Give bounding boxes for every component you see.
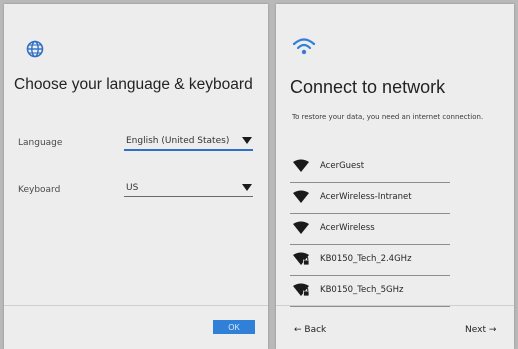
network-name: KB0150_Tech_2.4GHz — [320, 254, 412, 264]
dropdown-arrow-icon — [242, 137, 252, 144]
keyboard-value: US — [126, 183, 139, 193]
dropdown-arrow-icon — [242, 184, 252, 191]
language-label: Language — [18, 138, 63, 148]
language-value: English (United States) — [126, 136, 230, 146]
wifi-signal-icon — [293, 159, 309, 172]
keyboard-select[interactable]: US — [124, 180, 253, 197]
network-item[interactable]: AcerWireless — [290, 214, 450, 245]
wifi-signal-icon — [293, 190, 309, 203]
network-name: KB0150_Tech_5GHz — [320, 285, 404, 295]
footer-divider — [276, 305, 514, 306]
network-name: AcerWireless — [320, 223, 375, 233]
globe-icon — [26, 40, 44, 58]
language-page-title: Choose your language & keyboard — [14, 76, 253, 93]
ok-button[interactable]: OK — [213, 320, 255, 334]
network-item[interactable]: KB0150_Tech_5GHz — [290, 276, 450, 307]
network-item[interactable]: AcerGuest — [290, 152, 450, 183]
next-button[interactable]: Next → — [465, 325, 496, 335]
network-item[interactable]: AcerWireless-Intranet — [290, 183, 450, 214]
network-subtitle: To restore your data, you need an intern… — [292, 113, 484, 121]
language-keyboard-panel: Choose your language & keyboard Language… — [4, 4, 268, 349]
network-panel: Connect to network To restore your data,… — [276, 4, 514, 349]
network-item[interactable]: KB0150_Tech_2.4GHz — [290, 245, 450, 276]
network-list: AcerGuest AcerWireless-Intranet AcerWirele… — [290, 152, 450, 307]
wifi-icon — [292, 38, 316, 55]
network-name: AcerGuest — [320, 161, 365, 171]
network-page-title: Connect to network — [290, 77, 446, 97]
network-name: AcerWireless-Intranet — [320, 192, 412, 202]
wifi-lock-icon — [293, 252, 310, 266]
back-button[interactable]: ← Back — [294, 325, 326, 335]
wifi-lock-icon — [293, 283, 310, 297]
wifi-signal-icon — [293, 221, 309, 234]
language-select[interactable]: English (United States) — [124, 133, 253, 151]
footer-divider — [4, 305, 268, 306]
keyboard-label: Keyboard — [18, 185, 61, 195]
